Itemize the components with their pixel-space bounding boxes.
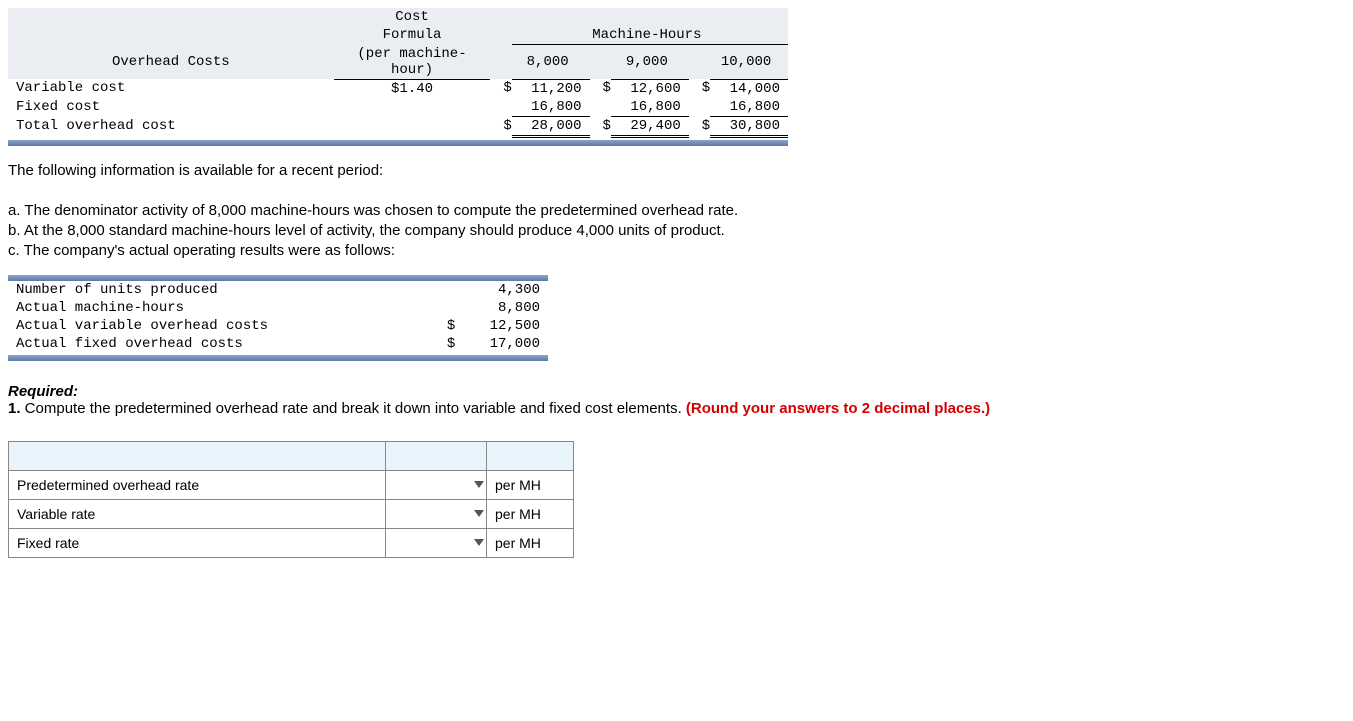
header-per-mh: (per machine-hour) (334, 45, 491, 80)
dropdown-icon (474, 481, 484, 488)
divider-bar (8, 140, 788, 146)
required-title: Required: (8, 383, 78, 400)
units-produced-label: Number of units produced (8, 281, 426, 299)
units-produced-val: 4,300 (455, 281, 548, 299)
fc-9000: 16,800 (611, 98, 689, 117)
actual-mh-val: 8,800 (455, 299, 548, 317)
answer-label: Fixed rate (9, 528, 386, 557)
actual-fix-oh-val: 17,000 (455, 335, 548, 353)
col-9000: 9,000 (611, 45, 689, 80)
answer-unit: per MH (487, 499, 574, 528)
divider-bar (8, 355, 548, 361)
actual-var-oh-val: 12,500 (455, 317, 548, 335)
answer-unit: per MH (487, 528, 574, 557)
required-body: Compute the predetermined overhead rate … (21, 400, 686, 417)
row-variable-cost-formula: $1.40 (334, 79, 491, 98)
required-num: 1. (8, 400, 21, 417)
dropdown-icon (474, 539, 484, 546)
answer-table: Predetermined overhead rate per MH Varia… (8, 441, 574, 558)
vc-10000: 14,000 (710, 79, 788, 98)
dropdown-icon (474, 510, 484, 517)
header-formula: Formula (334, 26, 491, 45)
actual-fix-oh-label: Actual fixed overhead costs (8, 335, 426, 353)
bullet-a: a. The denominator activity of 8,000 mac… (8, 202, 1208, 219)
vc-8000: 11,200 (512, 79, 590, 98)
answer-row-fixed: Fixed rate per MH (9, 528, 574, 557)
answer-row-variable: Variable rate per MH (9, 499, 574, 528)
tot-10000: 30,800 (710, 116, 788, 136)
answer-label: Variable rate (9, 499, 386, 528)
row-variable-cost-label: Variable cost (8, 79, 334, 98)
vc-9000: 12,600 (611, 79, 689, 98)
col-10000: 10,000 (710, 45, 788, 80)
tot-9000: 29,400 (611, 116, 689, 136)
required-red: (Round your answers to 2 decimal places.… (686, 400, 990, 417)
tot-8000: 28,000 (512, 116, 590, 136)
actual-var-oh-label: Actual variable overhead costs (8, 317, 426, 335)
row-total-label: Total overhead cost (8, 116, 334, 136)
actuals-table: Number of units produced 4,300 Actual ma… (8, 281, 548, 353)
answer-input-cell[interactable] (386, 470, 487, 499)
bullet-c: c. The company's actual operating result… (8, 242, 1208, 259)
intro-text: The following information is available f… (8, 162, 1208, 179)
answer-input-cell[interactable] (386, 499, 487, 528)
actual-mh-label: Actual machine-hours (8, 299, 426, 317)
row-fixed-cost-label: Fixed cost (8, 98, 334, 117)
header-cost: Cost (334, 8, 491, 26)
fc-10000: 16,800 (710, 98, 788, 117)
bullet-b: b. At the 8,000 standard machine-hours l… (8, 222, 1208, 239)
answer-row-predetermined: Predetermined overhead rate per MH (9, 470, 574, 499)
answer-unit: per MH (487, 470, 574, 499)
overhead-budget-table: Cost Formula Machine-Hours Overhead Cost… (8, 8, 788, 138)
header-machine-hours: Machine-Hours (512, 26, 788, 45)
header-overhead-costs: Overhead Costs (8, 45, 334, 80)
col-8000: 8,000 (512, 45, 590, 80)
answer-label: Predetermined overhead rate (9, 470, 386, 499)
answer-input-cell[interactable] (386, 528, 487, 557)
fc-8000: 16,800 (512, 98, 590, 117)
